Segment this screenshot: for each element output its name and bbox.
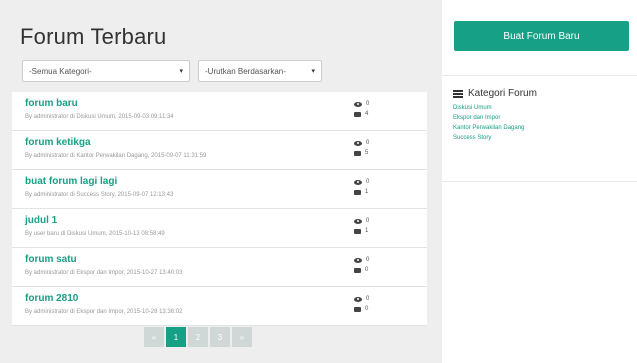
- pagination-prev[interactable]: «: [144, 327, 164, 347]
- comment-icon: [354, 228, 361, 234]
- pagination-page-2[interactable]: 2: [188, 327, 208, 347]
- page-title: Forum Terbaru: [20, 24, 167, 49]
- forum-row: forum ketikga By administrator di Kantor…: [12, 131, 427, 170]
- comment-count: 4: [365, 111, 369, 117]
- filter-bar: -Semua Kategori- ▾ -Urutkan Berdasarkan-…: [22, 60, 427, 86]
- eye-icon: [354, 140, 362, 146]
- category-link[interactable]: Kantor Perwakilan Dagang: [453, 123, 637, 133]
- create-forum-button[interactable]: Buat Forum Baru: [454, 21, 629, 51]
- caret-down-icon: ▾: [179, 68, 183, 75]
- category-panel: Kategori Forum Diskusi Umum Ekspor dan I…: [442, 75, 637, 182]
- category-list: Diskusi Umum Ekspor dan Impor Kantor Per…: [453, 103, 637, 143]
- pagination-next[interactable]: »: [232, 327, 252, 347]
- forum-stats: 0 4: [354, 99, 369, 119]
- view-count: 0: [366, 257, 370, 263]
- view-count: 0: [366, 218, 370, 224]
- forum-stats: 0 0: [354, 255, 369, 275]
- comment-count: 0: [365, 306, 369, 312]
- category-link[interactable]: Success Story: [453, 133, 637, 143]
- forum-row: forum satu By administrator di Ekspor da…: [12, 248, 427, 287]
- pagination: « 1 2 3 »: [144, 327, 252, 347]
- category-select[interactable]: -Semua Kategori- ▾: [22, 60, 190, 82]
- comment-icon: [354, 189, 361, 195]
- view-count: 0: [366, 296, 370, 302]
- category-select-value: -Semua Kategori-: [29, 66, 92, 76]
- comment-count: 0: [365, 267, 369, 273]
- comment-icon: [354, 111, 361, 117]
- comment-count: 1: [365, 189, 369, 195]
- eye-icon: [354, 179, 362, 185]
- forum-row: forum 2810 By administrator di Ekspor da…: [12, 287, 427, 326]
- view-count: 0: [366, 101, 370, 107]
- forum-stats: 0 0: [354, 294, 369, 314]
- comment-count: 1: [365, 228, 369, 234]
- list-icon: [453, 89, 463, 98]
- eye-icon: [354, 218, 362, 224]
- forum-stats: 0 1: [354, 177, 369, 197]
- forum-stats: 0 1: [354, 216, 369, 236]
- sidebar: Buat Forum Baru Kategori Forum Diskusi U…: [442, 0, 637, 363]
- forum-row: buat forum lagi lagi By administrator di…: [12, 170, 427, 209]
- view-count: 0: [366, 140, 370, 146]
- comment-icon: [354, 267, 361, 273]
- main-content: Forum Terbaru -Semua Kategori- ▾ -Urutka…: [12, 14, 427, 326]
- sort-select[interactable]: -Urutkan Berdasarkan- ▾: [198, 60, 322, 82]
- category-panel-title: Kategori Forum: [468, 88, 537, 99]
- pagination-page-1[interactable]: 1: [166, 327, 186, 347]
- eye-icon: [354, 296, 362, 302]
- comment-count: 5: [365, 150, 369, 156]
- category-link[interactable]: Diskusi Umum: [453, 103, 637, 113]
- forum-row: judul 1 By user baru di Diskusi Umum, 20…: [12, 209, 427, 248]
- eye-icon: [354, 257, 362, 263]
- forum-row: forum baru By administrator di Diskusi U…: [12, 92, 427, 131]
- comment-icon: [354, 150, 361, 156]
- category-link[interactable]: Ekspor dan Impor: [453, 113, 637, 123]
- eye-icon: [354, 101, 362, 107]
- category-panel-header: Kategori Forum: [453, 88, 637, 99]
- pagination-page-3[interactable]: 3: [210, 327, 230, 347]
- forum-list: forum baru By administrator di Diskusi U…: [12, 92, 427, 326]
- sort-select-value: -Urutkan Berdasarkan-: [205, 66, 286, 76]
- forum-stats: 0 5: [354, 138, 369, 158]
- view-count: 0: [366, 179, 370, 185]
- comment-icon: [354, 306, 361, 312]
- caret-down-icon: ▾: [311, 68, 315, 75]
